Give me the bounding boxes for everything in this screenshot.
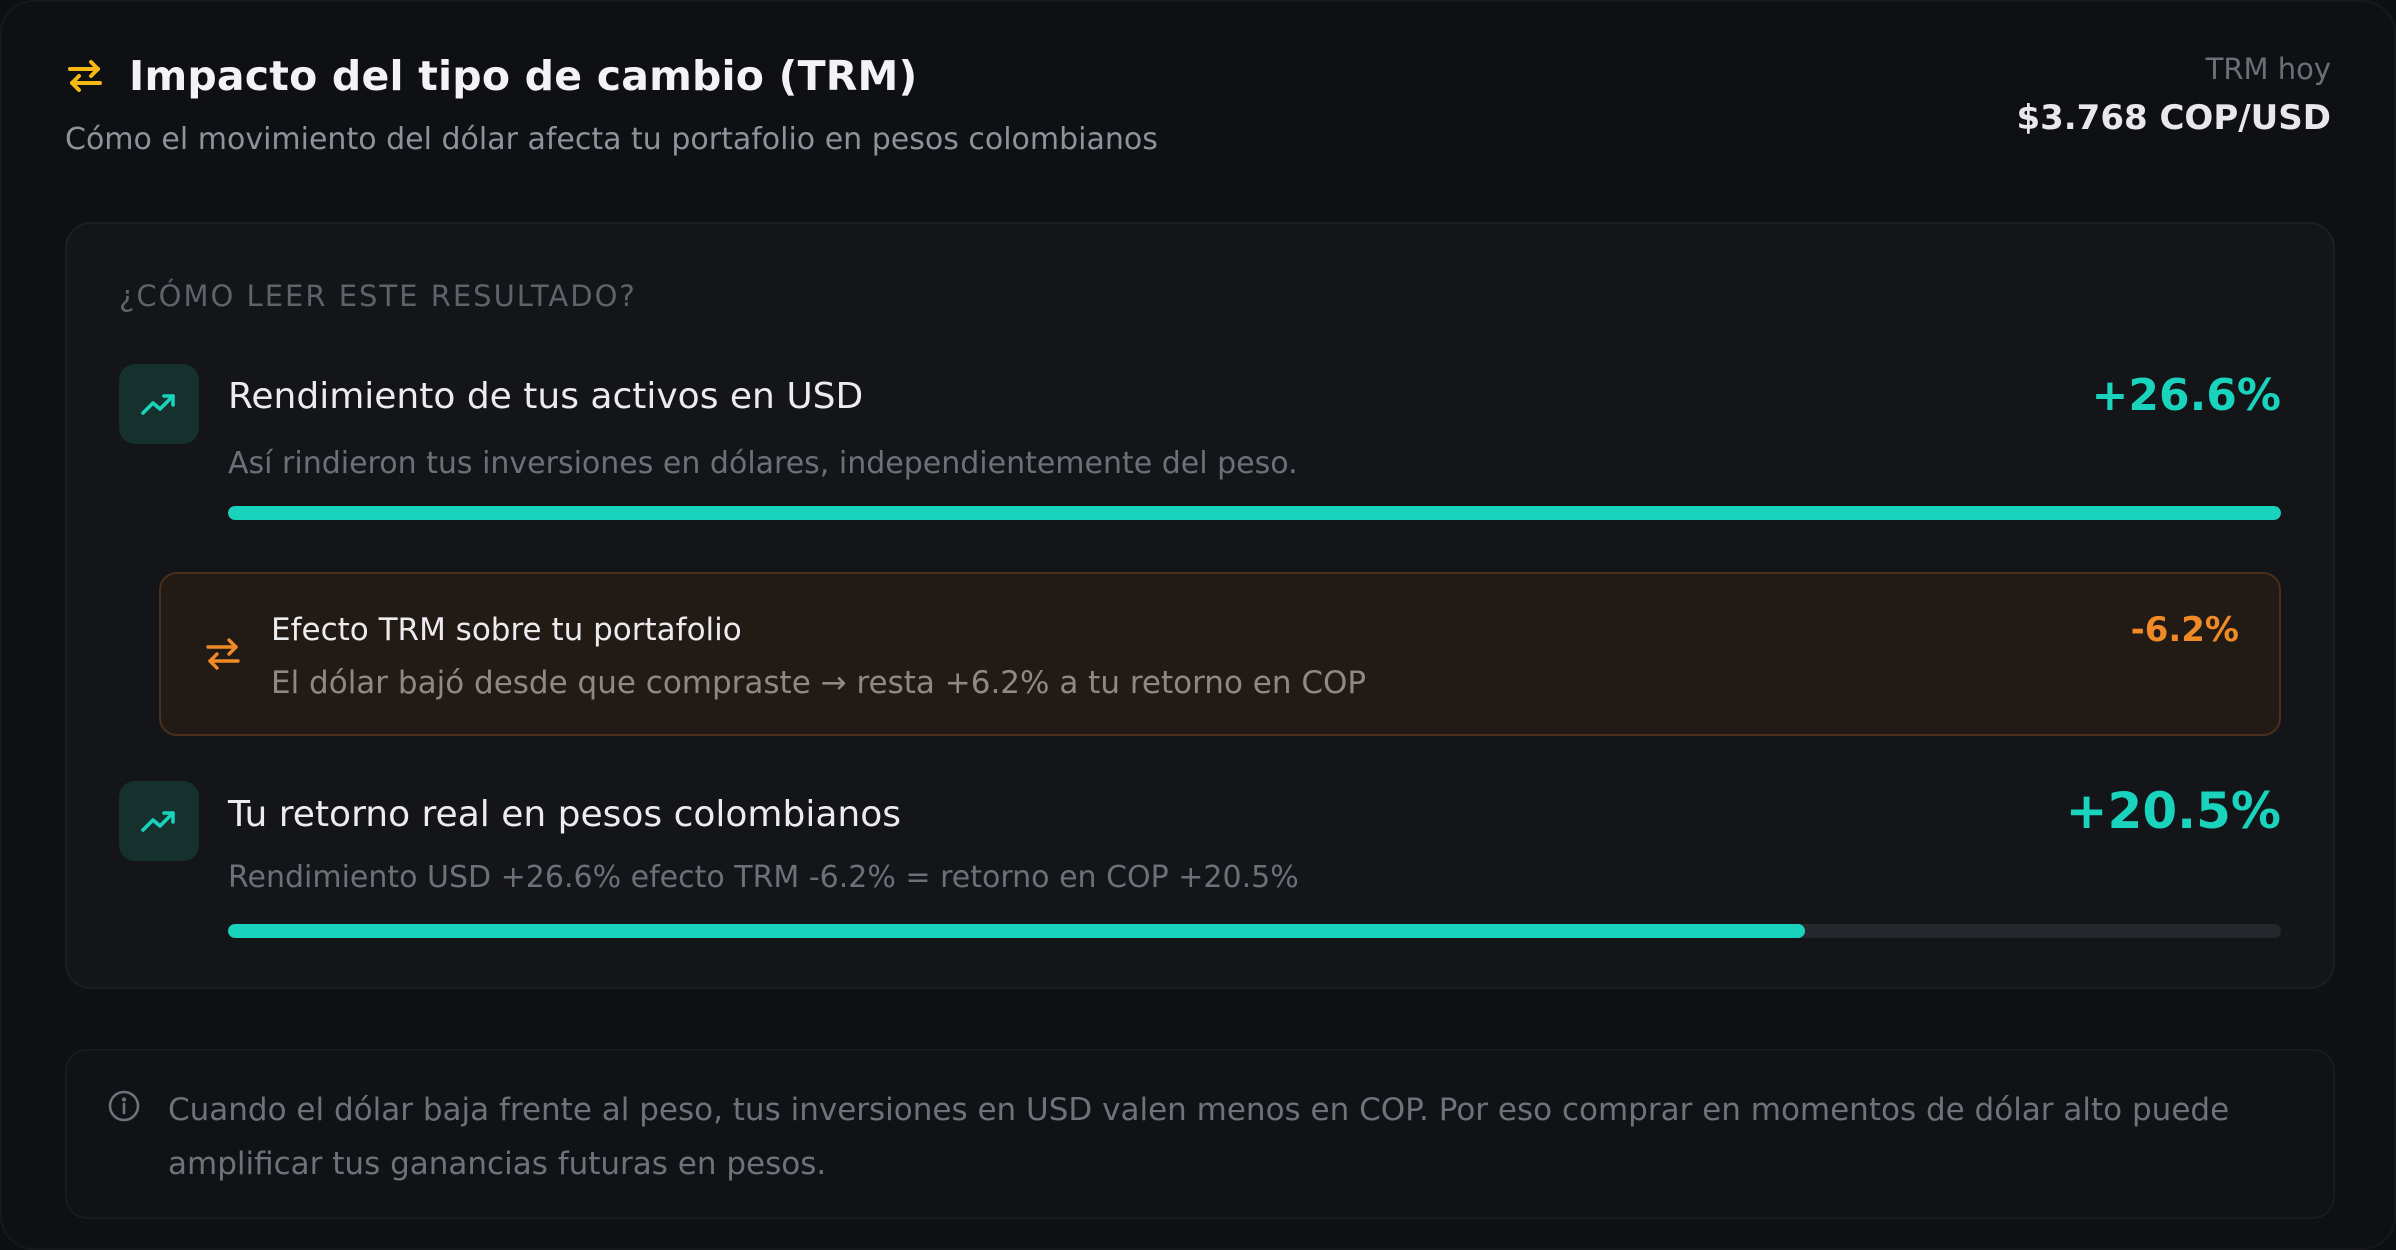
trm-value: $3.768 COP/USD: [2016, 98, 2331, 138]
result-card: ¿CÓMO LEER ESTE RESULTADO? Rendimiento d…: [65, 222, 2335, 989]
info-note-text: Cuando el dólar baja frente al peso, tus…: [168, 1092, 2230, 1182]
cop-return-description: Rendimiento USD +26.6% efecto TRM -6.2% …: [228, 860, 1299, 895]
trending-up-icon: [119, 781, 199, 861]
trm-effect-box: Efecto TRM sobre tu portafolio El dólar …: [159, 572, 2281, 736]
cop-return-title: Tu retorno real en pesos colombianos: [228, 794, 902, 835]
title-row: Impacto del tipo de cambio (TRM): [65, 52, 2331, 100]
page-subtitle: Cómo el movimiento del dólar afecta tu p…: [65, 122, 1158, 157]
usd-return-title: Rendimiento de tus activos en USD: [228, 376, 864, 417]
info-icon: [107, 1089, 141, 1123]
usd-return-description: Así rindieron tus inversiones en dólares…: [228, 446, 1298, 481]
trm-effect-description: El dólar bajó desde que compraste → rest…: [271, 665, 1367, 701]
info-note: Cuando el dólar baja frente al peso, tus…: [65, 1049, 2335, 1219]
page-title: Impacto del tipo de cambio (TRM): [129, 52, 918, 100]
usd-return-value: +26.6%: [2091, 370, 2281, 421]
cop-return-value: +20.5%: [2065, 782, 2281, 840]
trm-effect-title: Efecto TRM sobre tu portafolio: [271, 612, 742, 648]
trending-up-icon: [119, 364, 199, 444]
swap-arrows-icon: [65, 56, 105, 96]
cop-return-progress-bar: [228, 924, 2281, 938]
usd-return-progress-fill: [228, 506, 2281, 520]
trm-impact-panel: Impacto del tipo de cambio (TRM) Cómo el…: [0, 0, 2396, 1250]
panel-header: Impacto del tipo de cambio (TRM) Cómo el…: [65, 52, 2331, 162]
trm-today: TRM hoy $3.768 COP/USD: [2016, 52, 2331, 138]
swap-arrows-icon: [203, 634, 243, 674]
card-heading: ¿CÓMO LEER ESTE RESULTADO?: [119, 279, 637, 313]
cop-return-progress-fill: [228, 924, 1805, 938]
trm-effect-value: -6.2%: [2130, 610, 2239, 650]
trm-label: TRM hoy: [2205, 52, 2331, 86]
usd-return-progress-bar: [228, 506, 2281, 520]
